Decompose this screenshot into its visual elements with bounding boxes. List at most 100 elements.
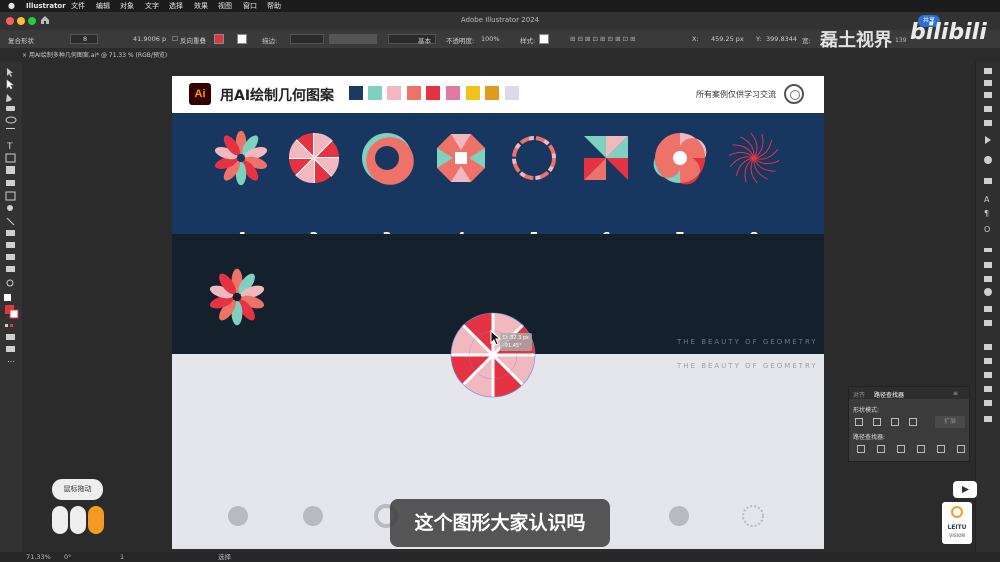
apple-menu-icon[interactable]: ● (8, 0, 15, 12)
palette-swatch[interactable] (466, 86, 480, 100)
menu-help[interactable]: 帮助 (267, 0, 281, 12)
tool-icons[interactable]: T ⋯ (0, 62, 22, 552)
y-label: Y: (756, 35, 762, 43)
faded-pattern-icon (742, 505, 764, 527)
watermark-id: 139 (895, 37, 907, 44)
pattern-5-dashed-ring (512, 136, 556, 180)
unite-button[interactable] (855, 418, 863, 426)
faded-pattern-icon (303, 506, 323, 526)
stroke-swatch[interactable] (237, 34, 247, 44)
app-menu[interactable]: Illustrator (26, 0, 66, 12)
mouse-right-button-icon (88, 506, 104, 534)
spiral-line (753, 148, 779, 160)
x-coordinate-field[interactable]: 459.25 px (711, 35, 744, 43)
opacity-label: 不透明度: (446, 37, 475, 45)
width-small-value[interactable]: 41.9006 p (133, 35, 166, 43)
opacity-value[interactable]: 100% (481, 35, 500, 43)
brushes-panel-icon (984, 400, 992, 406)
mac-menubar: ● Illustrator 文件 编辑 对象 文字 选择 效果 视图 窗口 帮助 (0, 0, 1000, 12)
intersect-button[interactable] (891, 418, 899, 426)
trim-button[interactable] (877, 445, 885, 453)
menu-type[interactable]: 文字 (145, 0, 159, 12)
palette-swatch[interactable] (505, 86, 519, 100)
rotation-value[interactable]: 0° (64, 552, 71, 562)
menu-effect[interactable]: 效果 (194, 0, 208, 12)
exclude-button[interactable] (909, 418, 917, 426)
dragged-umbrella-shape[interactable] (450, 312, 536, 398)
minus-front-button[interactable] (873, 418, 881, 426)
panel-menu-icon[interactable]: ≡ (953, 390, 958, 397)
menu-view[interactable]: 视图 (218, 0, 232, 12)
style-swatch[interactable] (539, 34, 549, 44)
color-mode-icon (5, 324, 8, 327)
leitu-text: LEITU (947, 524, 967, 531)
stroke-panel-icon (984, 262, 992, 268)
artboard-number[interactable]: 1 (120, 552, 124, 562)
pattern-3-ring (362, 133, 414, 185)
window-title: Adobe Illustrator 2024 (460, 16, 540, 24)
pathfinder-panel: 对齐 路径查找器 ≡ 形状模式: 扩展 路径查找器: (848, 386, 970, 462)
status-bar: 71.33% 0° 1 选择 (0, 552, 1000, 562)
curvature-tool-icon (6, 106, 15, 111)
menu-window[interactable]: 窗口 (243, 0, 257, 12)
outline-button[interactable] (937, 445, 945, 453)
close-tab-icon[interactable]: × (22, 52, 27, 59)
drag-angle: -91.45° (503, 343, 522, 349)
artboard[interactable]: Ai 用AI绘制几何图案 所有案例仅供学习交流 THE BEAUTY OF GE… (172, 76, 824, 549)
palette-swatch[interactable] (387, 86, 401, 100)
pattern-8-spiral (728, 132, 780, 184)
palette-swatch[interactable] (349, 86, 363, 100)
zoom-level[interactable]: 71.33% (26, 552, 51, 562)
palette-swatch[interactable] (426, 86, 440, 100)
faded-pattern-icon (228, 506, 248, 526)
shape-count-value: 8 (83, 35, 88, 43)
tools-panel: T ⋯ (0, 62, 22, 552)
palette-swatch[interactable] (407, 86, 421, 100)
expand-button[interactable]: 扩展 (935, 416, 965, 428)
menu-select[interactable]: 选择 (169, 0, 183, 12)
leitu-logo: LEITU VISION (942, 502, 972, 544)
flower-shape-copy (209, 268, 265, 326)
artboard-tool-icon (6, 266, 15, 272)
actions-panel-icon (985, 136, 991, 144)
document-tab[interactable]: × 用AI绘制多种几何图案.ai* @ 71.33 % (RGB/预览) (22, 50, 167, 62)
symbol-sprayer-icon (6, 242, 15, 248)
opentype-panel-icon: O (984, 225, 990, 234)
align-icons[interactable]: ⊞ ⊟ ⊠ ⊡ ⊞ ⊟ ⊠ ⊡ ⊞ (570, 35, 636, 43)
more-tools-icon: ⋯ (7, 357, 15, 366)
mouse-left-button-icon (52, 506, 68, 534)
menu-file[interactable]: 文件 (71, 0, 85, 12)
info-panel-icon (984, 156, 992, 164)
selection-type-label: 复合形状 (8, 37, 34, 45)
transform-panel-icon (984, 358, 992, 364)
layers-panel-icon (984, 80, 992, 86)
merge-button[interactable] (897, 445, 905, 453)
symbols-panel-icon (984, 386, 992, 392)
fill-swatch[interactable] (214, 34, 224, 44)
y-coordinate-field[interactable]: 399.8344 (766, 35, 797, 43)
menu-object[interactable]: 对象 (120, 0, 134, 12)
crop-button[interactable] (917, 445, 925, 453)
eyedropper-icon (7, 205, 13, 211)
blend-tool-icon (6, 230, 15, 236)
leitu-seal-logo (784, 84, 804, 104)
properties-panel-icon (984, 68, 992, 74)
palette-swatch[interactable] (368, 86, 382, 100)
tab-pathfinder[interactable]: 路径查找器 (874, 390, 904, 399)
tab-align[interactable]: 对齐 (853, 390, 865, 399)
direct-selection-tool-icon (6, 79, 14, 90)
drag-distance: D: 32.3 px (503, 335, 529, 341)
tv-icon (953, 481, 977, 498)
line-tool-icon (6, 128, 15, 129)
free-transform-icon (5, 191, 16, 201)
variable-width-field[interactable] (329, 34, 377, 44)
paragraph-panel-icon: ¶ (984, 209, 989, 218)
palette-swatch[interactable] (485, 86, 499, 100)
minus-back-button[interactable] (957, 445, 965, 453)
menu-edit[interactable]: 编辑 (96, 0, 110, 12)
divide-button[interactable] (857, 445, 865, 453)
palette-swatch[interactable] (446, 86, 460, 100)
checkbox-icon[interactable]: ☐ (172, 35, 178, 43)
mouse-action-badge: 鼠标拖动 (52, 479, 103, 500)
stroke-weight-field[interactable] (290, 34, 324, 44)
